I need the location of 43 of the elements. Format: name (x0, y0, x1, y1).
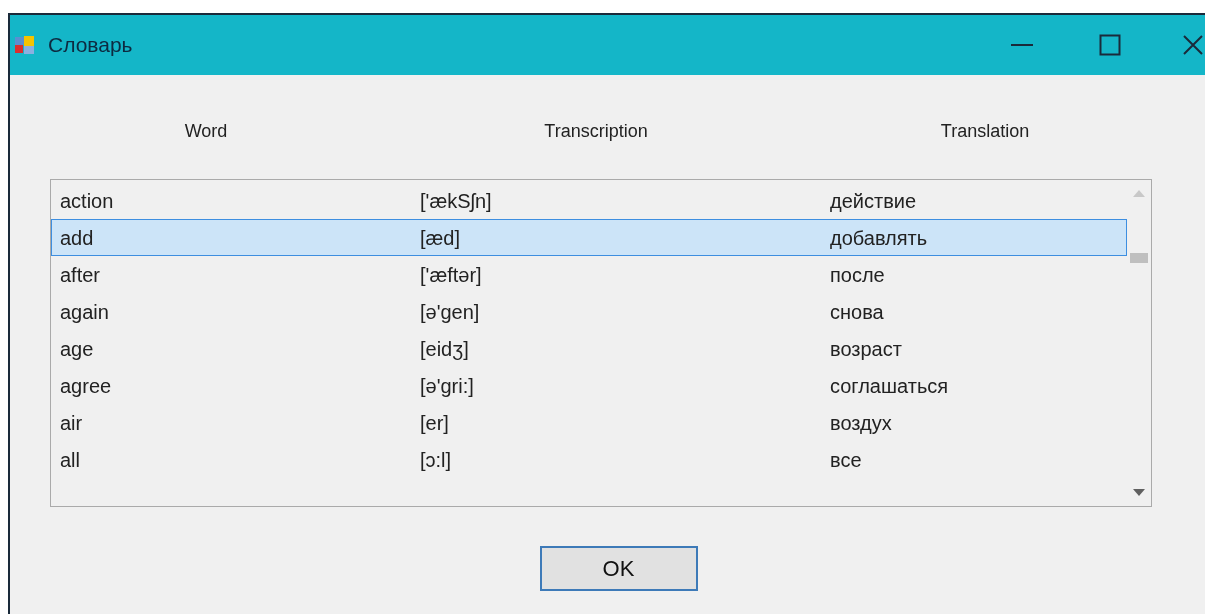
table-cell-text: ['ækSʃn] (420, 188, 492, 214)
list-row[interactable]: again [ə'gen] снова (51, 293, 1127, 330)
table-cell-text: возраст (830, 336, 902, 362)
maximize-icon[interactable] (1099, 34, 1121, 56)
window-title: Словарь (48, 32, 133, 59)
column-header: Word (184, 119, 228, 143)
table-cell-text: соглашаться (830, 373, 949, 399)
table-cell-text: [ə'gri:] (420, 373, 474, 399)
table-cell-text: после (830, 262, 885, 288)
scroll-thumb[interactable] (1130, 253, 1148, 263)
list-row[interactable]: after ['æftər] после (51, 256, 1127, 293)
table-cell-text: agree (60, 373, 112, 399)
column-header: Transcription (544, 119, 648, 143)
list-row[interactable]: add [æd] добавлять (51, 219, 1127, 256)
minimize-icon[interactable] (1011, 43, 1033, 47)
close-icon[interactable] (1183, 35, 1203, 55)
table-cell-text: воздух (830, 410, 892, 436)
table-cell-text: [eidʒ] (420, 336, 469, 362)
table-cell-text: again (60, 299, 109, 325)
list-row[interactable]: all [ɔ:l] все (51, 441, 1127, 478)
table-cell-text: age (60, 336, 94, 362)
table-cell-text: действие (830, 188, 917, 214)
table-cell-text: air (60, 410, 83, 436)
list-row[interactable]: action ['ækSʃn] действие (51, 182, 1127, 219)
table-cell-text: [ɔ:l] (420, 447, 452, 473)
table-cell-text: добавлять (830, 225, 928, 251)
table-cell-text: after (60, 262, 101, 288)
list-row[interactable]: air [er] воздух (51, 404, 1127, 441)
table-cell-text: [æd] (420, 225, 461, 251)
column-header: Translation (940, 119, 1030, 143)
app-icon (14, 34, 36, 56)
table-cell-text: add (60, 225, 94, 251)
table-cell-text: все (830, 447, 862, 473)
ok-button[interactable]: OK (539, 546, 698, 591)
table-cell-text: all (60, 447, 80, 473)
scroll-down-icon[interactable] (1133, 489, 1145, 496)
list-row[interactable]: agree [ə'gri:] соглашаться (51, 367, 1127, 404)
table-cell-text: action (60, 188, 114, 214)
list-row[interactable]: age [eidʒ] возраст (51, 330, 1127, 367)
table-cell-text: снова (830, 299, 884, 325)
table-cell-text: ['æftər] (420, 262, 482, 288)
table-cell-text: [er] (420, 410, 449, 436)
table-cell-text: [ə'gen] (420, 299, 480, 325)
